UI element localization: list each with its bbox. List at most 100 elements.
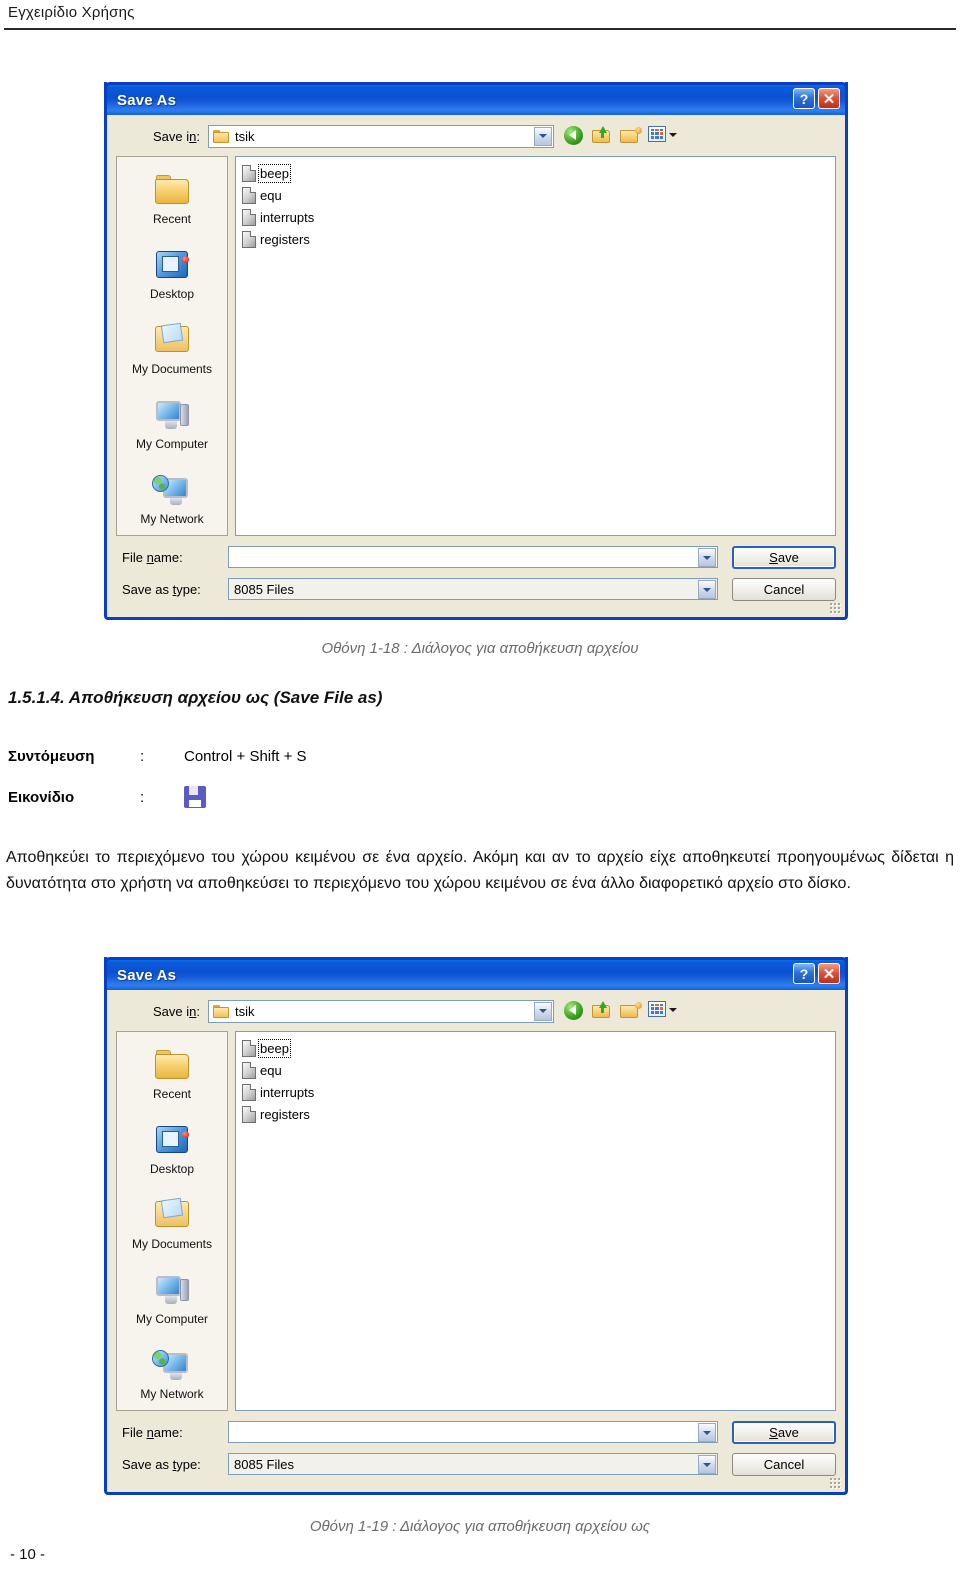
figure-caption-1: Οθόνη 1-18 : Διάλογος για αποθήκευση αρχ…: [321, 640, 639, 657]
chevron-down-icon[interactable]: [534, 1001, 552, 1021]
page-number: - 10 -: [10, 1546, 46, 1563]
place-label: Recent: [152, 211, 192, 226]
icon-colon: :: [140, 788, 145, 806]
save-in-label: Save in:: [153, 128, 200, 144]
resize-grip[interactable]: [829, 1477, 841, 1489]
desktop-icon: [152, 248, 192, 284]
my-documents-icon: [152, 323, 192, 359]
save-as-type-select[interactable]: 8085 Files: [228, 578, 718, 600]
header-divider: [4, 28, 956, 30]
place-recent[interactable]: Recent: [117, 163, 227, 235]
place-my-documents[interactable]: My Documents: [117, 313, 227, 385]
list-item[interactable]: beep: [240, 162, 831, 184]
save-as-type-label: Save as type:: [122, 581, 201, 597]
shortcut-value: Control + Shift + S: [184, 748, 307, 765]
file-label: interrupts: [260, 1084, 315, 1100]
chevron-down-icon[interactable]: [698, 1455, 716, 1474]
views-chevron-down-icon[interactable]: [669, 1007, 677, 1012]
close-icon[interactable]: ✕: [818, 88, 840, 109]
place-my-network[interactable]: My Network: [117, 1338, 227, 1410]
places-bar: Recent Desktop My Documents My Computer …: [116, 1031, 228, 1411]
dialog-titlebar[interactable]: Save As ? ✕: [104, 957, 848, 990]
save-as-type-select[interactable]: 8085 Files: [228, 1453, 718, 1475]
save-in-combobox[interactable]: tsik: [208, 124, 554, 148]
dialog-titlebar[interactable]: Save As ? ✕: [104, 82, 848, 115]
save-as-type-value: 8085 Files: [234, 581, 294, 597]
chevron-down-icon[interactable]: [698, 1423, 716, 1442]
create-new-folder-icon[interactable]: [620, 126, 642, 147]
dialog-bottom: File name: Save Save as type: 8085 Files…: [116, 544, 836, 602]
views-icon[interactable]: [648, 1000, 677, 1022]
save-floppy-icon: [184, 786, 206, 808]
help-icon[interactable]: ?: [793, 963, 815, 984]
file-label: interrupts: [260, 209, 315, 225]
save-in-label: Save in:: [153, 1003, 200, 1019]
list-item[interactable]: interrupts: [240, 206, 831, 228]
save-in-row: Save in: tsik: [116, 123, 836, 149]
file-name-input[interactable]: [228, 546, 718, 568]
save-button[interactable]: Save: [732, 1420, 836, 1444]
place-label: Desktop: [149, 1161, 195, 1176]
save-in-combobox[interactable]: tsik: [208, 999, 554, 1023]
place-recent[interactable]: Recent: [117, 1038, 227, 1110]
list-item[interactable]: interrupts: [240, 1081, 831, 1103]
save-in-row: Save in: tsik: [116, 998, 836, 1024]
chevron-down-icon[interactable]: [698, 580, 716, 599]
file-label: equ: [260, 187, 282, 203]
my-computer-icon: [152, 1273, 192, 1309]
cancel-button[interactable]: Cancel: [732, 577, 836, 601]
place-label: Recent: [152, 1086, 192, 1101]
save-as-dialog-2: Save As ? ✕ Save in: tsik Recent Desktop…: [104, 957, 848, 1495]
up-one-level-icon[interactable]: [592, 1000, 614, 1022]
up-one-level-icon[interactable]: [592, 125, 614, 147]
file-label: registers: [260, 1106, 310, 1122]
chevron-down-icon[interactable]: [698, 548, 716, 567]
list-item[interactable]: beep: [240, 1037, 831, 1059]
cancel-button[interactable]: Cancel: [732, 1452, 836, 1476]
close-icon[interactable]: ✕: [818, 963, 840, 984]
place-my-documents[interactable]: My Documents: [117, 1188, 227, 1260]
help-icon[interactable]: ?: [793, 88, 815, 109]
place-my-computer[interactable]: My Computer: [117, 388, 227, 460]
file-name-label: File name:: [122, 1424, 183, 1440]
place-label: My Network: [140, 1386, 204, 1401]
list-item[interactable]: registers: [240, 1103, 831, 1125]
place-label: My Computer: [135, 1311, 209, 1326]
dialog-toolbar: [564, 1000, 677, 1022]
file-label: equ: [260, 1062, 282, 1078]
list-item[interactable]: equ: [240, 1059, 831, 1081]
place-desktop[interactable]: Desktop: [117, 1113, 227, 1185]
place-label: My Documents: [131, 1236, 213, 1251]
file-name-label: File name:: [122, 549, 183, 565]
file-name-input[interactable]: [228, 1421, 718, 1443]
place-label: Desktop: [149, 286, 195, 301]
recent-folder-icon: [152, 1048, 192, 1084]
icon-row: Εικονίδιο :: [8, 786, 206, 808]
figure-caption-2: Οθόνη 1-19 : Διάλογος για αποθήκευση αρχ…: [309, 1518, 651, 1535]
views-chevron-down-icon[interactable]: [669, 132, 677, 137]
save-button[interactable]: Save: [732, 545, 836, 569]
titlebar-buttons: ? ✕: [793, 963, 840, 984]
file-icon: [242, 186, 256, 204]
file-list[interactable]: beep equ interrupts registers: [235, 156, 836, 536]
save-as-type-row: Save as type: 8085 Files Cancel: [116, 576, 836, 602]
create-new-folder-icon[interactable]: [620, 1001, 642, 1022]
dialog-bottom: File name: Save Save as type: 8085 Files…: [116, 1419, 836, 1477]
resize-grip[interactable]: [829, 602, 841, 614]
save-as-type-row: Save as type: 8085 Files Cancel: [116, 1451, 836, 1477]
file-list[interactable]: beep equ interrupts registers: [235, 1031, 836, 1411]
place-my-network[interactable]: My Network: [117, 463, 227, 535]
list-item[interactable]: registers: [240, 228, 831, 250]
back-icon[interactable]: [564, 125, 586, 147]
place-my-computer[interactable]: My Computer: [117, 1263, 227, 1335]
list-item[interactable]: equ: [240, 184, 831, 206]
chevron-down-icon[interactable]: [534, 126, 552, 146]
desktop-icon: [152, 1123, 192, 1159]
views-icon[interactable]: [648, 125, 677, 147]
file-icon: [242, 1083, 256, 1101]
my-network-icon: [152, 1348, 192, 1384]
save-as-dialog-1: Save As ? ✕ Save in: tsik Recent Desktop…: [104, 82, 848, 620]
icon-label: Εικονίδιο: [8, 788, 75, 806]
back-icon[interactable]: [564, 1000, 586, 1022]
place-desktop[interactable]: Desktop: [117, 238, 227, 310]
